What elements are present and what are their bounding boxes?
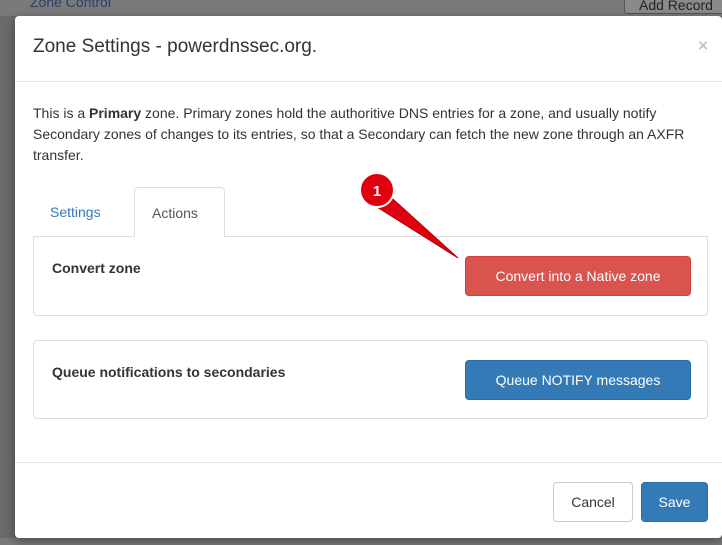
queue-notify-button[interactable]: Queue NOTIFY messages (465, 360, 691, 400)
modal-title: Zone Settings - powerdnssec.org. (33, 36, 318, 57)
cancel-button[interactable]: Cancel (553, 482, 633, 522)
background-add-button: Add Record (624, 0, 722, 14)
tab-actions[interactable]: Actions (134, 187, 225, 238)
convert-zone-label: Convert zone (52, 260, 141, 276)
description-zone-type: Primary (89, 105, 142, 121)
tab-settings[interactable]: Settings (33, 187, 118, 237)
notify-label: Queue notifications to secondaries (52, 364, 286, 380)
description-prefix: This is a (33, 105, 90, 121)
zone-description: This is a Primary zone. Primary zones ho… (33, 103, 708, 166)
zone-settings-modal: Zone Settings - powerdnssec.org. × This … (15, 16, 722, 538)
background-footer (0, 538, 722, 545)
notify-panel: Queue notifications to secondaries Queue… (33, 340, 708, 419)
close-icon[interactable]: × (698, 36, 708, 56)
modal-header: Zone Settings - powerdnssec.org. × (15, 16, 722, 82)
background-header: Zone Control Add Record (0, 0, 722, 16)
modal-footer: Cancel Save (15, 462, 722, 538)
tab-bar: Settings Actions (33, 187, 708, 238)
convert-native-button[interactable]: Convert into a Native zone (465, 256, 691, 296)
background-link: Zone Control (30, 0, 111, 10)
convert-zone-panel: Convert zone Convert into a Native zone (33, 237, 708, 316)
save-button[interactable]: Save (641, 482, 708, 522)
